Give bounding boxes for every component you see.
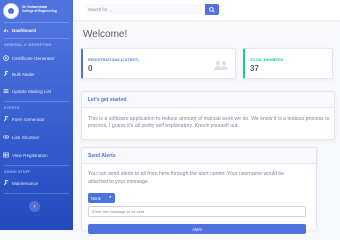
- get-started-text-2: process. I guess it's all pretty self ex…: [88, 123, 239, 129]
- sidebar-divider: [4, 165, 69, 166]
- get-started-text-1: This is a software application to reduce…: [88, 116, 330, 122]
- sidebar-heading-events: EVENTS: [4, 106, 20, 110]
- sidebar-item-label: Update Mailing List: [12, 88, 52, 94]
- wrench-icon: [3, 71, 9, 77]
- sidebar-item-maintenance[interactable]: Maintenance: [3, 178, 71, 188]
- sidebar: Sir Vishweshwar College of Engineering D…: [0, 0, 73, 230]
- card-header: Send Alerts: [82, 148, 316, 164]
- dashboard-icon: [3, 29, 9, 32]
- button-label: Alert!: [192, 226, 202, 232]
- sidebar-item-label: View Registration: [12, 152, 48, 158]
- sidebar-item-label: Form Generator: [12, 116, 45, 122]
- search-icon: [209, 6, 215, 13]
- card-header: Let's get started: [82, 92, 334, 108]
- sidebar-divider: [4, 38, 69, 39]
- card-title: Send Alerts: [88, 153, 116, 159]
- sidebar-item-label: Dashboard: [12, 27, 36, 33]
- sidebar-item-mailing-list[interactable]: Update Mailing List: [3, 86, 71, 96]
- sidebar-item-label: Certificate Generator: [12, 55, 55, 61]
- get-started-card: Let's get started This is a software app…: [81, 91, 335, 140]
- select-value: None: [91, 195, 102, 201]
- sidebar-toggle-button[interactable]: ‹: [29, 201, 40, 212]
- sidebar-item-form-generator[interactable]: Form Generator: [3, 114, 71, 124]
- wrench-icon: [3, 180, 9, 186]
- page-title: Welcome!: [83, 29, 128, 40]
- brand-name: Sir Vishweshwar College of Engineering: [22, 5, 74, 13]
- list-icon: [3, 89, 9, 93]
- alert-message-input[interactable]: [88, 206, 306, 217]
- members-card: TOTAL MEMBERS 37: [243, 48, 333, 79]
- registrations-card: REGISTRATIONS (LATEST) 0: [81, 48, 236, 79]
- sidebar-divider: [4, 101, 69, 102]
- certificate-icon: [3, 55, 9, 61]
- search-button[interactable]: [205, 4, 219, 15]
- sidebar-item-link-shortner[interactable]: Link Shortner: [3, 132, 71, 142]
- sidebar-item-label: Maintenance: [12, 180, 39, 186]
- send-alert-button[interactable]: Alert!: [88, 224, 306, 234]
- brand[interactable]: Sir Vishweshwar College of Engineering: [3, 3, 73, 21]
- link-icon: [3, 135, 9, 139]
- chevron-left-icon: ‹: [33, 203, 36, 210]
- registrations-value: 0: [88, 64, 93, 73]
- alert-type-select[interactable]: None ▼: [88, 193, 115, 203]
- table-icon: [3, 152, 9, 158]
- alerts-text-1: You can send alerts to all from here thr…: [88, 171, 285, 177]
- card-title: Let's get started: [88, 97, 127, 103]
- college-logo: [3, 3, 19, 19]
- sidebar-heading-admin: ADMIN STUFF: [4, 170, 31, 174]
- sidebar-item-dashboard[interactable]: Dashboard: [3, 25, 71, 35]
- chevron-down-icon: ▼: [108, 195, 112, 199]
- members-label: TOTAL MEMBERS: [250, 58, 284, 62]
- send-alerts-card: Send Alerts You can send alerts to all f…: [81, 147, 317, 234]
- sidebar-divider: [4, 193, 69, 194]
- alerts-text-2: attached to your message.: [88, 179, 150, 185]
- sidebar-heading-general: GENERAL & MARKETING: [4, 43, 52, 47]
- sidebar-item-label: Link Shortner: [12, 134, 40, 140]
- sidebar-item-view-registration[interactable]: View Registration: [3, 150, 71, 160]
- brand-line-2: College of Engineering: [22, 9, 57, 13]
- sidebar-item-certificate[interactable]: Certificate Generator: [3, 53, 71, 63]
- sidebar-divider: [4, 22, 69, 23]
- registrations-label: REGISTRATIONS (LATEST): [88, 58, 139, 62]
- topbar: [73, 0, 340, 20]
- sidebar-item-label: Bulk Mailer: [12, 71, 35, 77]
- sidebar-item-bulk-mailer[interactable]: Bulk Mailer: [3, 69, 71, 79]
- members-value: 37: [250, 64, 259, 73]
- wrench-icon: [3, 116, 9, 122]
- search-input[interactable]: [85, 4, 205, 15]
- users-icon: [214, 60, 228, 70]
